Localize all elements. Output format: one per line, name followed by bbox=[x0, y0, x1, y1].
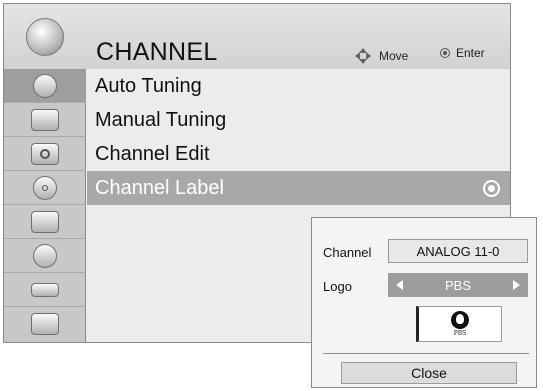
sidebar-item-audio[interactable] bbox=[4, 137, 86, 171]
sidebar-item-lock[interactable] bbox=[4, 239, 86, 273]
category-sidebar bbox=[4, 69, 86, 342]
speaker-icon bbox=[31, 142, 59, 165]
menu-item-channel-label-text: Channel Label bbox=[95, 177, 224, 199]
arrow-right-icon[interactable] bbox=[512, 280, 520, 290]
photo-folder-icon bbox=[31, 313, 59, 335]
enter-hint-label: Enter bbox=[456, 46, 485, 60]
ok-button-icon bbox=[440, 48, 450, 58]
menu-item-manual-tuning[interactable]: Manual Tuning bbox=[87, 103, 510, 137]
pbs-logo-icon bbox=[451, 311, 469, 329]
menu-item-auto-tuning[interactable]: Auto Tuning bbox=[87, 69, 510, 103]
channel-label-popup: Channel ANALOG 11-0 Logo PBS PBS Close bbox=[311, 217, 537, 388]
logo-selector[interactable]: PBS bbox=[388, 273, 528, 297]
logo-field-label: Logo bbox=[323, 279, 352, 294]
sidebar-item-media[interactable] bbox=[4, 307, 86, 341]
divider bbox=[323, 353, 529, 354]
satellite-dish-icon bbox=[33, 73, 57, 98]
move-hint-label: Move bbox=[379, 49, 409, 63]
sidebar-item-channel[interactable] bbox=[4, 69, 86, 103]
satellite-dish-icon bbox=[4, 4, 86, 69]
sidebar-item-picture[interactable] bbox=[4, 103, 86, 137]
enter-hint: Enter bbox=[440, 46, 485, 60]
tv-screen-icon bbox=[31, 108, 59, 131]
logo-selector-value: PBS bbox=[444, 277, 471, 293]
channel-field-label: Channel bbox=[323, 245, 372, 260]
cable-plug-icon bbox=[31, 282, 59, 297]
briefcase-icon bbox=[31, 210, 59, 233]
pbs-logo-text: PBS bbox=[453, 330, 467, 337]
menu-item-list: Auto Tuning Manual Tuning Channel Edit C… bbox=[87, 69, 510, 205]
move-hint: Move bbox=[353, 46, 408, 66]
sidebar-item-time[interactable] bbox=[4, 171, 86, 205]
menu-header: CHANNEL Move Enter bbox=[4, 4, 510, 69]
enter-radio-icon bbox=[483, 180, 500, 197]
clock-icon bbox=[33, 175, 57, 200]
close-button[interactable]: Close bbox=[341, 362, 517, 384]
sidebar-item-option[interactable] bbox=[4, 205, 86, 239]
menu-item-channel-edit[interactable]: Channel Edit bbox=[87, 137, 510, 171]
dpad-arrows-icon bbox=[353, 46, 373, 66]
padlock-icon bbox=[33, 243, 57, 268]
menu-item-channel-label[interactable]: Channel Label bbox=[87, 171, 510, 205]
arrow-left-icon[interactable] bbox=[396, 280, 403, 290]
sidebar-item-input[interactable] bbox=[4, 273, 86, 307]
page-title: CHANNEL bbox=[96, 38, 218, 66]
pbs-logo-preview: PBS bbox=[416, 306, 502, 342]
channel-value-field[interactable]: ANALOG 11-0 bbox=[388, 239, 528, 263]
